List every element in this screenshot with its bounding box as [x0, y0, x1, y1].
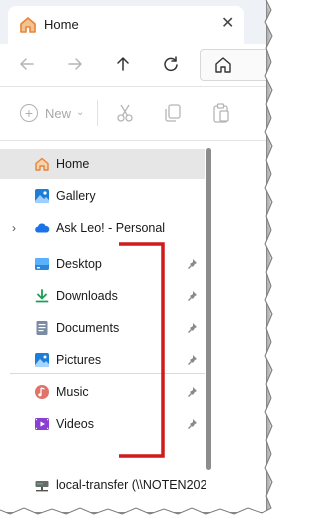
sidebar-item-videos[interactable]: Videos: [0, 409, 205, 439]
annotation-bracket: [119, 242, 165, 458]
up-arrow-icon[interactable]: [112, 53, 134, 75]
chevron-down-icon: ⌄: [76, 107, 85, 118]
plus-icon: +: [20, 104, 38, 122]
command-bar: + New ⌄: [0, 88, 266, 138]
gallery-icon: [34, 188, 50, 204]
sidebar-item-ask-leo-personal[interactable]: › Ask Leo! - Personal: [0, 213, 205, 243]
new-label: New: [45, 106, 72, 121]
sidebar-item-desktop[interactable]: Desktop: [0, 249, 205, 279]
refresh-icon[interactable]: [160, 53, 182, 75]
address-home-icon: [215, 57, 231, 73]
documents-icon: [34, 320, 50, 336]
sidebar-item-label: local-transfer (\\NOTEN2020: [56, 478, 206, 492]
pin-icon[interactable]: [186, 322, 198, 334]
sidebar-item-local-transfer[interactable]: local-transfer (\\NOTEN2020: [0, 470, 206, 500]
pin-icon[interactable]: [186, 290, 198, 302]
pictures-icon: [34, 352, 50, 368]
cut-icon[interactable]: [114, 102, 136, 124]
navigation-pane: Home Gallery › Ask Leo! - Personal Deskt…: [0, 141, 206, 512]
navigation-bar: [0, 44, 266, 84]
sidebar-item-home[interactable]: Home: [0, 149, 205, 179]
downloads-icon: [34, 288, 50, 304]
toolbar-separator: [97, 100, 98, 126]
sidebar-item-music[interactable]: Music: [0, 377, 205, 407]
sidebar-item-label: Gallery: [56, 189, 96, 203]
sidebar-item-downloads[interactable]: Downloads: [0, 281, 205, 311]
sidebar-item-gallery[interactable]: Gallery: [0, 181, 205, 211]
home-icon: [34, 156, 50, 172]
pin-icon[interactable]: [186, 258, 198, 270]
title-bar: Home ✕: [0, 0, 266, 44]
sidebar-item-label: Home: [56, 157, 90, 171]
copy-icon[interactable]: [162, 102, 184, 124]
music-icon: [34, 384, 50, 400]
sidebar-item-pictures[interactable]: Pictures: [0, 345, 205, 375]
divider: [0, 86, 266, 87]
address-bar[interactable]: [200, 49, 266, 81]
paste-icon[interactable]: [210, 102, 232, 124]
content-pane[interactable]: [215, 141, 266, 512]
sidebar-item-label: Ask Leo! - Personal: [56, 221, 166, 235]
videos-icon: [34, 416, 50, 432]
onedrive-icon: [34, 220, 50, 236]
tab-home[interactable]: Home ✕: [8, 6, 244, 44]
home-icon: [18, 15, 38, 35]
sidebar-scrollbar[interactable]: [206, 148, 211, 470]
pin-icon[interactable]: [186, 354, 198, 366]
close-icon[interactable]: ✕: [221, 16, 234, 32]
chevron-right-icon[interactable]: ›: [12, 221, 16, 235]
tab-title: Home: [44, 17, 79, 32]
file-explorer-window: Home ✕ + New ⌄ Home Gallery › Ask Leo! -…: [0, 0, 267, 513]
forward-arrow-icon[interactable]: [64, 53, 86, 75]
pin-icon[interactable]: [186, 386, 198, 398]
desktop-icon: [34, 256, 50, 272]
network-drive-icon: [34, 477, 50, 493]
back-arrow-icon[interactable]: [16, 53, 38, 75]
sidebar-item-documents[interactable]: Documents: [0, 313, 205, 343]
pin-icon[interactable]: [186, 418, 198, 430]
